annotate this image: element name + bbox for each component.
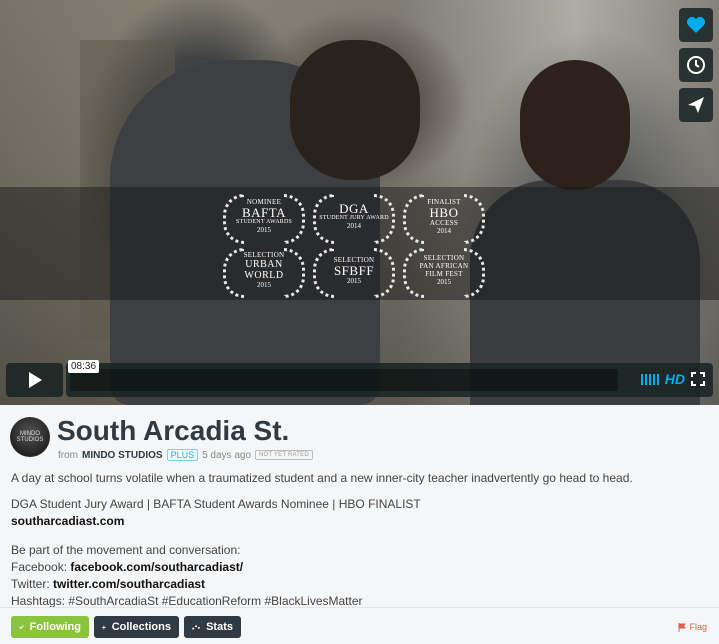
facebook-label: Facebook: bbox=[11, 560, 68, 574]
laurel-year: 2015 bbox=[347, 276, 361, 285]
laurel-bafta: NOMINEE BAFTA STUDENT AWARDS 2015 bbox=[223, 192, 305, 244]
laurel-main: HBO bbox=[429, 204, 459, 220]
laurel-panafrican: SELECTION PAN AFRICAN FILM FEST 2015 bbox=[403, 246, 485, 298]
description: A day at school turns volatile when a tr… bbox=[11, 470, 711, 610]
video-info: MINDO STUDIOS South Arcadia St. from MIN… bbox=[0, 405, 719, 644]
laurel-year: 2015 bbox=[257, 281, 271, 289]
video-page: NOMINEE BAFTA STUDENT AWARDS 2015 DGA ST… bbox=[0, 0, 719, 644]
laurel-hbo: FINALIST HBO ACCESS 2014 bbox=[403, 192, 485, 244]
video-frame-figure bbox=[520, 60, 630, 190]
laurel-year: 2015 bbox=[257, 226, 271, 234]
watch-later-button[interactable] bbox=[679, 48, 713, 82]
collections-label: Collections bbox=[111, 621, 171, 633]
player-side-buttons bbox=[679, 8, 713, 122]
laurel-sub: STUDENT JURY AWARD bbox=[319, 215, 389, 221]
twitter-line: Twitter: twitter.com/southarcadiast bbox=[11, 576, 711, 593]
like-button[interactable] bbox=[679, 8, 713, 42]
laurel-main: SFBFF bbox=[333, 262, 375, 278]
cta-text: Be part of the movement and conversation… bbox=[11, 543, 241, 557]
collections-button[interactable]: Collections bbox=[94, 616, 179, 638]
clock-icon bbox=[687, 56, 705, 74]
awards-text: DGA Student Jury Award | BAFTA Student A… bbox=[11, 497, 421, 511]
laurel-dga: DGA STUDENT JURY AWARD 2014 bbox=[313, 192, 395, 244]
laurel-sub: FILM FEST bbox=[425, 270, 463, 278]
avatar[interactable]: MINDO STUDIOS bbox=[10, 417, 50, 457]
plus-icon bbox=[102, 625, 106, 629]
action-row: Following Collections Stats Flag bbox=[0, 607, 719, 644]
plus-badge[interactable]: PLUS bbox=[166, 449, 199, 461]
laurel-year: 2014 bbox=[347, 222, 361, 230]
video-player[interactable]: NOMINEE BAFTA STUDENT AWARDS 2015 DGA ST… bbox=[0, 0, 719, 405]
hd-toggle[interactable]: HD bbox=[665, 371, 685, 387]
laurel-sub: ACCESS bbox=[429, 218, 459, 227]
twitter-label: Twitter: bbox=[11, 577, 50, 591]
control-bar-icons: HD bbox=[640, 371, 705, 387]
laurel-year: 2015 bbox=[437, 278, 451, 286]
following-label: Following bbox=[29, 621, 81, 633]
player-controls: 08:36 HD bbox=[6, 360, 713, 397]
laurel-sub: STUDENT AWARDS bbox=[235, 219, 293, 225]
laurel-main: BAFTA bbox=[241, 205, 287, 220]
facebook-link[interactable]: facebook.com/southarcadiast/ bbox=[70, 560, 243, 574]
play-icon bbox=[28, 372, 42, 388]
posted-time: 5 days ago bbox=[202, 449, 252, 461]
summary-text: A day at school turns volatile when a tr… bbox=[11, 471, 633, 485]
laurel-urbanworld: SELECTION URBAN WORLD 2015 bbox=[223, 246, 305, 298]
laurel-top: SELECTION bbox=[243, 251, 285, 259]
following-button[interactable]: Following bbox=[11, 616, 89, 638]
flag-label: Flag bbox=[689, 622, 707, 632]
studio-link[interactable]: MINDO STUDIOS bbox=[82, 450, 163, 461]
twitter-link[interactable]: twitter.com/southarcadiast bbox=[53, 577, 205, 591]
paper-plane-icon bbox=[688, 97, 704, 113]
heart-icon bbox=[687, 17, 705, 33]
laurel-sfbff: SELECTION SFBFF 2015 bbox=[313, 246, 395, 298]
laurel-main: URBAN WORLD bbox=[244, 259, 284, 281]
share-button[interactable] bbox=[679, 88, 713, 122]
website-link[interactable]: southarcadiast.com bbox=[11, 513, 711, 530]
fullscreen-icon[interactable] bbox=[691, 372, 705, 386]
flag-link[interactable]: Flag bbox=[678, 622, 707, 632]
flag-icon bbox=[678, 622, 687, 632]
progress-track[interactable]: 08:36 bbox=[68, 360, 618, 391]
festival-laurels: NOMINEE BAFTA STUDENT AWARDS 2015 DGA ST… bbox=[223, 192, 495, 298]
control-bar: 08:36 HD bbox=[66, 360, 713, 397]
laurel-main: DGA bbox=[339, 201, 369, 216]
video-frame-figure bbox=[290, 40, 420, 180]
stats-label: Stats bbox=[206, 621, 233, 633]
page-title: South Arcadia St. bbox=[57, 415, 290, 446]
rating-badge: NOT YET RATED bbox=[255, 450, 313, 460]
time-display: 08:36 bbox=[68, 360, 100, 373]
stats-icon bbox=[192, 625, 200, 630]
laurel-top: SELECTION bbox=[423, 254, 465, 262]
stats-button[interactable]: Stats bbox=[184, 616, 241, 638]
laurel-main: PAN AFRICAN bbox=[419, 262, 469, 270]
from-label: from bbox=[58, 449, 78, 461]
volume-bars-icon[interactable] bbox=[640, 373, 659, 385]
facebook-line: Facebook: facebook.com/southarcadiast/ bbox=[11, 559, 711, 576]
byline: from MINDO STUDIOS PLUS 5 days ago NOT Y… bbox=[58, 449, 313, 461]
play-button[interactable] bbox=[6, 363, 63, 397]
check-icon bbox=[19, 625, 24, 630]
laurel-year: 2014 bbox=[437, 226, 451, 235]
